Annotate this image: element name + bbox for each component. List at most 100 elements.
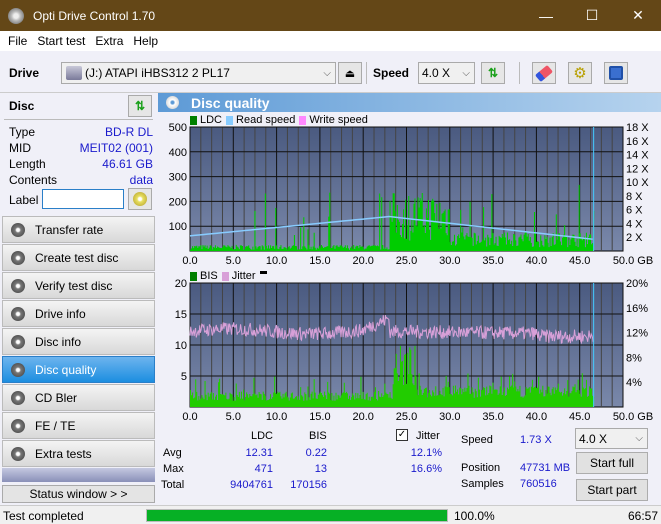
menu-extra[interactable]: Extra [95,34,123,48]
position-value: 47731 MB [520,462,571,474]
test-speed-select[interactable]: 4.0 X ⌵ [575,428,648,449]
status-window-button[interactable]: Status window > > [2,485,155,503]
erase-button[interactable] [532,62,556,84]
x-tick-label: 25.0 [396,255,417,267]
disc-panel-title: Disc [9,99,35,113]
max-bis: 13 [314,463,327,475]
disc-quality-header: Disc quality [158,93,661,112]
chevron-down-icon: ⌵ [635,433,643,444]
x-tick-label: 30.0 [439,411,460,423]
floppy-save-icon [609,66,623,80]
drive-select-value: (J:) ATAPI iHBS312 2 PL17 [85,66,230,80]
refresh-button[interactable]: ⇅ [481,62,505,84]
jitter-checkbox[interactable]: ✓ [396,429,408,441]
fe-te-icon [11,418,25,433]
disc-type-row: Type BD-R DL [9,125,153,139]
y-tick-label: 20 [175,279,187,290]
disc-quality-icon [11,362,25,377]
nav-extra-tests[interactable]: Extra tests [2,440,155,467]
x-tick-label: 0.0 [182,411,197,423]
minimize-button[interactable]: — [523,0,569,31]
x-tick-label: 35.0 [482,411,503,423]
nav-disc-info[interactable]: Disc info [2,328,155,355]
nav-cd-bler[interactable]: CD Bler [2,384,155,411]
close-button[interactable]: ✕ [615,0,661,31]
eject-button[interactable]: ⏏ [338,62,362,84]
disc-contents-value: data [129,173,153,187]
y2-tick-label: 6 X [626,205,643,217]
settings-button[interactable]: ⚙ [568,62,592,84]
transfer-rate-icon [11,222,25,237]
nav-label: Disc info [35,334,82,349]
nav-verify-test-disc[interactable]: Verify test disc [2,272,155,299]
y-tick-label: 100 [169,221,187,233]
eject-icon: ⏏ [344,67,356,80]
legend-marker [259,270,267,274]
y2-tick-label: 12% [626,328,648,340]
menu-start-test[interactable]: Start test [37,34,85,48]
disc-length-value: 46.61 GB [102,157,153,171]
toolbar-divider [519,62,520,84]
x-tick-label: 5.0 [226,255,241,267]
elapsed-time: 66:57 [628,509,659,523]
x-tick-label: 25.0 [396,411,417,423]
max-ldc: 471 [254,463,273,475]
max-label: Max [163,463,184,475]
x-tick-label: 45.0 [569,255,590,267]
y-tick-label: 200 [169,196,187,208]
toolbar-divider [366,62,367,84]
max-jitter: 16.6% [410,463,442,475]
disc-label-button[interactable] [128,188,152,210]
speed-select-value: 4.0 X [422,66,451,80]
extra-tests-icon [11,446,25,461]
disc-refresh-button[interactable]: ⇅ [128,95,152,117]
avg-label: Avg [163,447,182,459]
y2-tick-label: 18 X [626,123,649,134]
nav-label: Transfer rate [35,222,104,237]
status-text: Test completed [3,509,84,523]
x-tick-label: 0.0 [182,255,197,267]
total-ldc: 9404761 [230,479,273,491]
window-title: Opti Drive Control 1.70 [33,8,156,23]
x-tick-label: 50.0 GB [613,411,653,423]
label-input[interactable] [42,189,124,209]
chevron-down-icon: ⌵ [323,67,331,79]
menu-file[interactable]: File [8,34,27,48]
drive-icon [66,66,82,80]
disc-type-key: Type [9,125,36,139]
ldc-chart: 0.0 5.0 10.0 15.0 20.0 25.0 30.0 35.0 40.0 45.0 50… [169,123,654,267]
save-button[interactable] [604,62,628,84]
speed-label: Speed [373,66,410,80]
start-full-button[interactable]: Start full [576,452,648,474]
menu-help[interactable]: Help [133,34,158,48]
y2-tick-label: 4 X [626,218,643,230]
y2-tick-label: 16% [626,303,648,315]
nav-create-test-disc[interactable]: Create test disc [2,244,155,271]
x-tick-label: 15.0 [309,411,330,423]
progress-bar [146,509,448,522]
nav-disc-quality[interactable]: Disc quality [2,356,155,383]
gears-icon: ⚙ [573,65,587,82]
y2-tick-label: 8% [626,352,642,364]
chevron-down-icon: ⌵ [462,67,470,79]
nav-drive-info[interactable]: Drive info [2,300,155,327]
y-tick-label: 500 [169,123,187,134]
disc-mid-row: MID MEIT02 (001) [9,141,153,155]
menu-bar: File Start test Extra Help [0,31,661,51]
y2-tick-label: 4% [626,377,642,389]
x-tick-label: 30.0 [439,255,460,267]
nav-fe-te[interactable]: FE / TE [2,412,155,439]
y2-tick-label: 10 X [626,177,649,189]
maximize-button[interactable]: ☐ [569,0,615,31]
nav-label: FE / TE [35,418,76,433]
nav-transfer-rate[interactable]: Transfer rate [2,216,155,243]
verify-disc-icon [11,278,25,293]
x-tick-label: 10.0 [266,411,287,423]
speed-select[interactable]: 4.0 X ⌵ [418,62,475,84]
nav-label: Create test disc [35,250,119,265]
app-window: Opti Drive Control 1.70 — ☐ ✕ File Start… [0,0,661,524]
sidebar: Disc ⇅ Type BD-R DL MID MEIT02 (001) Lengt… [0,93,157,505]
y2-tick-label: 14 X [626,150,649,162]
start-part-button[interactable]: Start part [576,479,648,501]
drive-select[interactable]: (J:) ATAPI iHBS312 2 PL17 ⌵ [61,62,336,84]
